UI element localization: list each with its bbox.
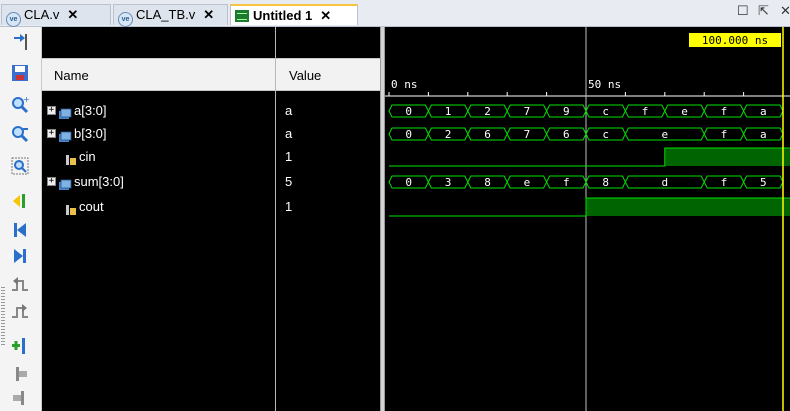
- time-label: 0 ns: [391, 78, 418, 91]
- signal-name: a[3:0]: [74, 103, 107, 118]
- bit-high-fill-cout: [586, 198, 790, 216]
- tab-label: CLA.v: [24, 7, 60, 22]
- bus-value-label-a: 2: [484, 105, 491, 118]
- bus-value-label-b: e: [661, 128, 668, 141]
- signal-value: 5: [285, 174, 293, 189]
- tab-label: Untitled 1: [253, 8, 313, 23]
- cursor-time-label: 100.000 ns: [702, 34, 768, 47]
- bit-signal-icon: [66, 201, 77, 215]
- bus-value-label-a: 0: [405, 105, 412, 118]
- close-icon[interactable]: ✕: [67, 7, 78, 22]
- bus-value-label-sum: f: [563, 176, 570, 189]
- bus-value-label-b: 0: [405, 128, 412, 141]
- signal-value: 1: [285, 149, 293, 164]
- bit-signal-icon: [66, 151, 77, 165]
- bus-value-label-b: 6: [563, 128, 570, 141]
- tab-untitled-1[interactable]: Untitled 1 ✕: [230, 4, 358, 25]
- restore-icon[interactable]: ☐: [737, 3, 749, 19]
- signal-row-cout[interactable]: cout: [42, 196, 275, 218]
- bus-value-label-a: 1: [445, 105, 452, 118]
- zoom-out-icon[interactable]: [11, 125, 29, 143]
- signal-value: a: [285, 126, 293, 141]
- bus-signal-icon: [59, 176, 72, 190]
- expand-icon[interactable]: +: [47, 129, 56, 138]
- bus-value-label-b: 2: [445, 128, 452, 141]
- cursor-to-zero-icon[interactable]: [11, 192, 29, 210]
- bus-value-label-sum: 8: [484, 176, 491, 189]
- bus-value-label-sum: 5: [760, 176, 767, 189]
- signal-value: 1: [285, 199, 293, 214]
- bus-value-label-b: c: [602, 128, 609, 141]
- name-column-header[interactable]: Name: [42, 58, 275, 91]
- bus-value-label-sum: e: [524, 176, 531, 189]
- waveform-canvas[interactable]: 0 ns 50 ns0 1 2 7 9 c f e f a0 2 6 7 6 c e f a0 3 8 e f 8 d f 5100…: [385, 27, 790, 411]
- bus-value-label-sum: 3: [445, 176, 452, 189]
- signal-values-panel: Value aa 1 5 1: [276, 27, 380, 411]
- bus-value-label-b: 6: [484, 128, 491, 141]
- time-label: 50 ns: [588, 78, 621, 91]
- bus-value-label-a: f: [642, 105, 649, 118]
- signal-row-a[interactable]: + a[3:0]: [42, 100, 275, 122]
- previous-transition-icon[interactable]: [11, 276, 29, 294]
- bus-value-label-sum: f: [721, 176, 728, 189]
- expand-icon[interactable]: +: [47, 177, 56, 186]
- next-transition-icon[interactable]: [11, 303, 29, 321]
- signal-name: sum[3:0]: [74, 174, 124, 189]
- bus-value-label-sum: 0: [405, 176, 412, 189]
- value-column-header[interactable]: Value: [276, 58, 380, 91]
- bit-high-fill-cin: [664, 148, 790, 166]
- waveform-toolbar: +: [0, 27, 42, 411]
- bus-value-label-a: e: [681, 105, 688, 118]
- go-to-start-icon[interactable]: [11, 221, 29, 239]
- verilog-file-icon: ve: [118, 12, 133, 27]
- bus-value-label-b: a: [760, 128, 767, 141]
- zoom-in-icon[interactable]: +: [11, 96, 29, 114]
- signal-row-cin[interactable]: cin: [42, 146, 275, 168]
- zoom-fit-icon[interactable]: [11, 157, 29, 175]
- bus-value-label-a: a: [760, 105, 767, 118]
- tab-cla-tb-v[interactable]: ve CLA_TB.v ✕: [113, 4, 228, 27]
- bus-signal-icon: [59, 128, 72, 142]
- tab-bar: ve CLA.v ✕ ve CLA_TB.v ✕ Untitled 1 ✕ ☐ ⇱ ✕: [0, 0, 790, 27]
- signal-name: cin: [79, 149, 96, 164]
- signal-name: b[3:0]: [74, 126, 107, 141]
- close-window-icon[interactable]: ✕: [780, 3, 790, 19]
- bus-value-label-sum: d: [661, 176, 668, 189]
- go-to-end-icon[interactable]: [11, 247, 29, 265]
- next-marker-icon[interactable]: [11, 389, 29, 407]
- bus-value-label-sum: 8: [602, 176, 609, 189]
- bus-value-label-a: 7: [524, 105, 531, 118]
- waveform-icon: [235, 10, 249, 22]
- close-icon[interactable]: ✕: [320, 8, 331, 23]
- verilog-file-icon: ve: [6, 12, 21, 27]
- bus-value-label-a: 9: [563, 105, 570, 118]
- pin-icon[interactable]: [11, 33, 29, 51]
- tab-label: CLA_TB.v: [136, 7, 196, 22]
- close-icon[interactable]: ✕: [203, 7, 214, 22]
- add-marker-icon[interactable]: [11, 337, 29, 355]
- bus-value-label-a: f: [721, 105, 728, 118]
- bus-value-label-a: c: [602, 105, 609, 118]
- expand-icon[interactable]: +: [47, 106, 56, 115]
- bus-signal-icon: [59, 105, 72, 119]
- signal-row-b[interactable]: + b[3:0]: [42, 123, 275, 145]
- signal-row-sum[interactable]: + sum[3:0]: [42, 171, 275, 193]
- previous-marker-icon[interactable]: [11, 365, 29, 383]
- float-icon[interactable]: ⇱: [758, 3, 769, 19]
- toolbar-grip[interactable]: [1, 287, 5, 347]
- signal-name: cout: [79, 199, 104, 214]
- save-icon[interactable]: [11, 64, 29, 82]
- bus-value-label-b: 7: [524, 128, 531, 141]
- signal-value: a: [285, 103, 293, 118]
- waveform-panel[interactable]: 0 ns 50 ns 0 1 2 7 9 c f e f a 0 2 6 7 6 c e f a 0 3 8 e f 8 d f 5 100…: [385, 27, 790, 411]
- svg-text:+: +: [23, 96, 29, 104]
- tab-cla-v[interactable]: ve CLA.v ✕: [1, 4, 111, 27]
- bus-value-label-b: f: [721, 128, 728, 141]
- signal-names-panel: Name + a[3:0] + b[3:0] cin + sum[3:0] cout: [42, 27, 275, 411]
